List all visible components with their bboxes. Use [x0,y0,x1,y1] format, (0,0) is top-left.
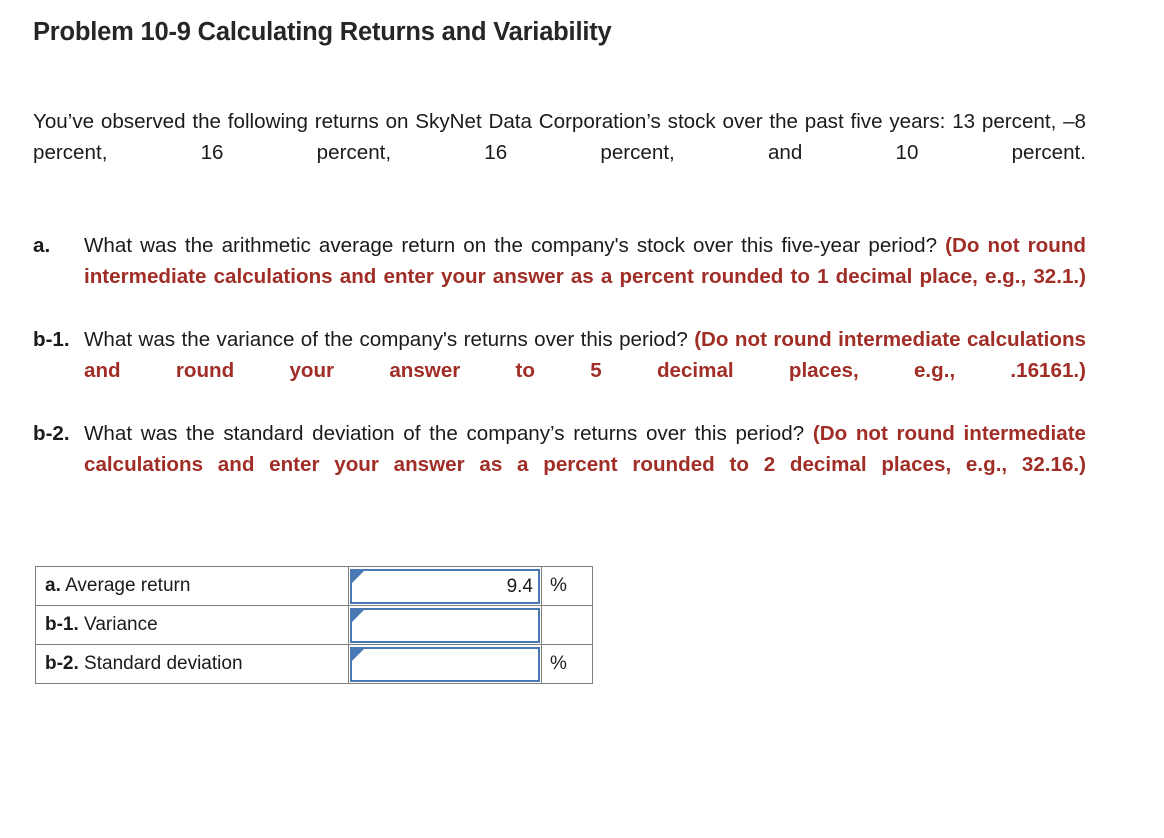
question-a: a. What was the arithmetic average return… [33,230,1086,324]
problem-page: Problem 10-9 Calculating Returns and Var… [0,0,1164,838]
standard-deviation-input[interactable] [350,646,540,682]
intro-paragraph: You’ve observed the following returns on… [33,110,1086,164]
flag-marker-icon [352,648,364,661]
answer-cell-variance [348,605,542,645]
question-a-label: a. [33,234,51,257]
flag-marker-icon [352,570,364,583]
answer-cell-standard-deviation [348,644,542,684]
table-row: b-1. Variance [35,605,593,645]
answer-cell-average-return: 9.4 [348,566,542,606]
question-b2-label: b-2. [33,421,70,445]
row-label-average-return: a. Average return [35,566,349,606]
page-title: Problem 10-9 Calculating Returns and Var… [33,18,612,46]
unit-variance [541,605,593,645]
question-list: a. What was the arithmetic average return… [33,230,1086,512]
question-a-text: What was the arithmetic average return o… [84,234,946,257]
row-label-text: Variance [78,614,158,635]
table-row: b-2. Standard deviation % [35,644,593,684]
average-return-input[interactable]: 9.4 [350,568,540,604]
average-return-value: 9.4 [506,575,533,597]
table-row: a. Average return 9.4 % [35,566,593,606]
row-label-standard-deviation: b-2. Standard deviation [35,644,349,684]
answer-table: a. Average return 9.4 % b-1. Variance b-… [35,566,593,684]
question-b1-label: b-1. [33,327,70,351]
question-b2: b-2. What was the standard deviation of t… [33,418,1086,512]
question-b1: b-1. What was the variance of the company… [33,324,1086,418]
unit-average-return: % [541,566,593,606]
row-label-prefix: a. [45,575,61,596]
problem-body: You’ve observed the following returns on… [33,106,1086,512]
unit-standard-deviation: % [541,644,593,684]
row-label-prefix: b-1. [45,614,79,635]
flag-marker-icon [352,609,364,622]
row-label-prefix: b-2. [45,653,79,674]
row-label-text: Average return [60,575,191,596]
row-label-variance: b-1. Variance [35,605,349,645]
question-b2-text: What was the standard deviation of the c… [84,421,813,445]
question-b1-text: What was the variance of the company's r… [84,327,695,351]
variance-input[interactable] [350,607,540,643]
row-label-text: Standard deviation [78,653,243,674]
